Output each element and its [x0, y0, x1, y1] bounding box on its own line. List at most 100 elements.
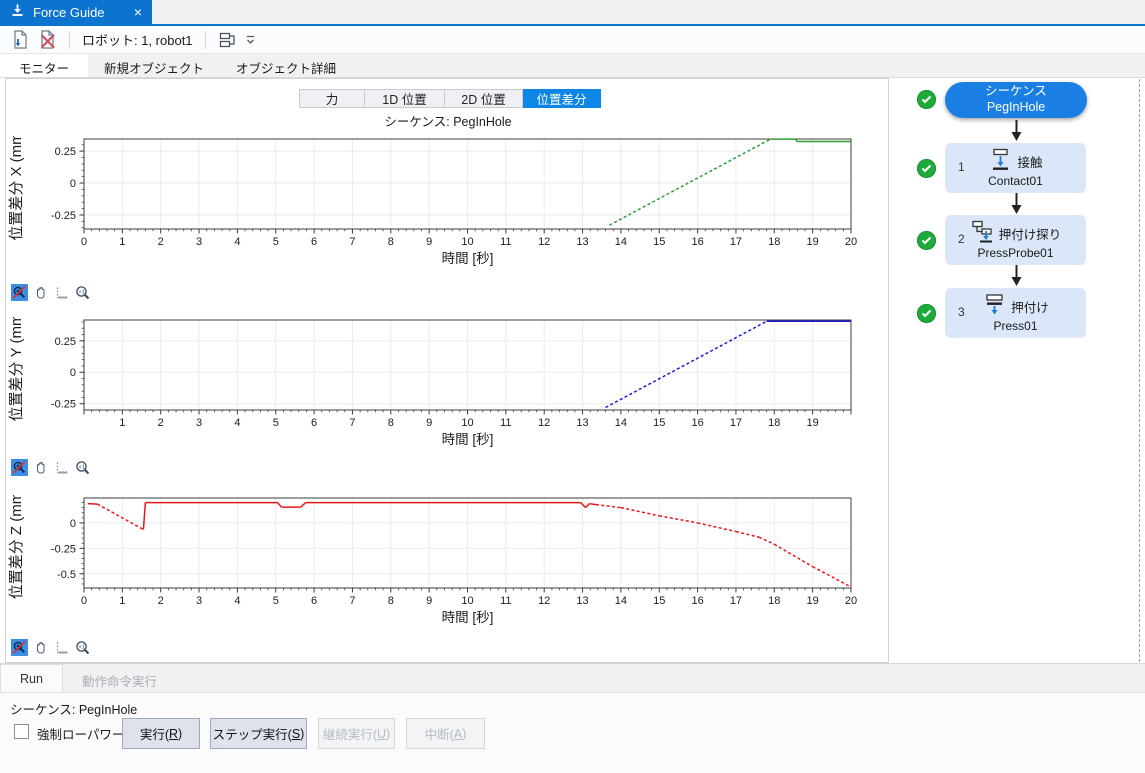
force-guide-tab[interactable]: Force Guide × [0, 0, 152, 24]
chart-plot-y[interactable]: 1 2 3 4 5 6 7 8 9 10 11 12 13 14 15 16 17 18 190.250-0.25位… [6, 317, 890, 455]
flow-step-label: 押付け [1011, 300, 1049, 315]
svg-text:1: 1 [119, 236, 125, 248]
svg-text:3: 3 [196, 236, 202, 248]
y-axis-title: 位置差分 Y (mm) [8, 317, 25, 422]
sequence-title: シーケンス: PegInHole [384, 115, 512, 129]
series-位置差分 Y [605, 320, 851, 409]
svg-text:×1: ×1 [78, 465, 85, 471]
stop-monitor-doc-icon[interactable] [37, 30, 57, 50]
svg-text:18: 18 [768, 595, 780, 607]
zoom-reset-icon[interactable]: ×1 [74, 284, 91, 301]
svg-text:16: 16 [691, 236, 703, 248]
press-icon [982, 293, 1007, 319]
svg-text:×1: ×1 [78, 290, 85, 296]
axes [79, 497, 852, 593]
svg-text:10: 10 [461, 236, 473, 248]
zoom-off-icon[interactable] [11, 459, 28, 476]
flow-arrow-icon [1011, 120, 1022, 141]
dropdown-caret-icon[interactable] [245, 30, 257, 50]
flow-view-icon[interactable] [218, 30, 238, 50]
monitor-toolbar: ロボット: 1, robot1 [0, 26, 1145, 54]
zoom-off-icon[interactable] [11, 284, 28, 301]
pan-hand-icon[interactable] [32, 284, 49, 301]
tab-object-detail[interactable]: オブジェクト詳細 [220, 54, 352, 77]
pan-hand-icon[interactable] [32, 459, 49, 476]
flow-step-name: PressProbe01 [977, 246, 1054, 260]
tick-labels: 1 2 3 4 5 6 7 8 9 10 11 12 13 14 15 16 17 18 190.250-0.25 [51, 336, 819, 429]
press-probe-icon [970, 220, 995, 246]
force-guide-tab-label: Force Guide [33, 4, 105, 20]
chart-plot-z[interactable]: 0 1 2 3 4 5 6 7 8 9 10 11 12 13 14 15 16 17 18 19 200-0.25-0… [6, 495, 890, 633]
run-panel: Run 動作命令実行 シーケンス: PegInHole 強制ローパワー 実行(R… [0, 663, 1145, 773]
svg-text:11: 11 [500, 417, 511, 429]
svg-text:9: 9 [426, 417, 432, 429]
zoom-off-icon[interactable] [11, 639, 28, 656]
svg-text:17: 17 [730, 595, 742, 607]
panel-splitter[interactable] [1139, 79, 1140, 662]
svg-text:11: 11 [500, 595, 511, 607]
svg-text:12: 12 [538, 417, 550, 429]
svg-text:0: 0 [81, 236, 87, 248]
flow-arrow-icon [1011, 193, 1022, 214]
svg-text:5: 5 [273, 236, 279, 248]
tab-monitor[interactable]: モニター [0, 54, 88, 77]
axis-scale-icon[interactable] [53, 284, 70, 301]
flow-step-label: 押付け探り [998, 227, 1062, 242]
axis-scale-icon[interactable] [53, 459, 70, 476]
svg-text:1: 1 [119, 417, 125, 429]
low-power-checkbox[interactable] [14, 724, 29, 739]
flow-node-sequence[interactable]: シーケンス PegInHole [945, 82, 1087, 118]
flow-node-press[interactable]: 3 押付け Press01 [945, 288, 1086, 338]
close-icon[interactable]: × [134, 5, 142, 19]
chart-plot-x[interactable]: 0 1 2 3 4 5 6 7 8 9 10 11 12 13 14 15 16 17 18 19 200.250-0.… [6, 136, 890, 274]
view-tab-force[interactable]: 力 [299, 89, 365, 108]
chart-z-zoom-toolbar: ×1 [11, 639, 91, 656]
run-panel-tab-strip: Run 動作命令実行 [0, 664, 1145, 693]
pan-hand-icon[interactable] [32, 639, 49, 656]
axis-scale-icon[interactable] [53, 639, 70, 656]
view-tab-position-diff[interactable]: 位置差分 [523, 89, 601, 108]
svg-text:18: 18 [768, 236, 780, 248]
svg-text:17: 17 [730, 417, 742, 429]
zoom-reset-icon[interactable]: ×1 [74, 459, 91, 476]
svg-text:12: 12 [538, 236, 550, 248]
svg-text:8: 8 [388, 236, 394, 248]
svg-text:0: 0 [70, 367, 76, 379]
zoom-reset-icon[interactable]: ×1 [74, 639, 91, 656]
check-icon [917, 90, 936, 109]
y-axis-title: 位置差分 Z (mm) [8, 495, 25, 599]
start-monitor-doc-icon[interactable] [10, 30, 30, 50]
execute-button[interactable]: 実行(R) [122, 718, 200, 749]
tab-run[interactable]: Run [0, 664, 63, 692]
step-execute-button[interactable]: ステップ実行(S) [210, 718, 307, 749]
svg-text:19: 19 [807, 417, 819, 429]
svg-text:15: 15 [653, 595, 665, 607]
svg-text:13: 13 [576, 595, 588, 607]
robot-label: ロボット: 1, robot1 [82, 33, 193, 48]
flow-node-press-probe[interactable]: 2 押付け探り PressProbe01 [945, 215, 1086, 265]
svg-text:15: 15 [653, 417, 665, 429]
svg-text:8: 8 [388, 595, 394, 607]
toolbar-separator [69, 30, 70, 49]
svg-text:16: 16 [691, 417, 703, 429]
view-tab-2d-position[interactable]: 2D 位置 [445, 89, 523, 108]
chart-view-tabs: 力 1D 位置 2D 位置 位置差分 [299, 89, 601, 108]
view-tab-1d-position[interactable]: 1D 位置 [365, 89, 445, 108]
svg-text:20: 20 [845, 595, 857, 607]
y-axis-title: 位置差分 X (mm) [8, 136, 25, 241]
svg-text:4: 4 [234, 595, 240, 607]
chart-x-zoom-toolbar: ×1 [11, 284, 91, 301]
svg-text:20: 20 [845, 236, 857, 248]
chart-y-zoom-toolbar: ×1 [11, 459, 91, 476]
svg-text:0: 0 [81, 595, 87, 607]
continue-execute-button: 継続実行(U) [318, 718, 395, 749]
svg-text:-0.25: -0.25 [51, 543, 76, 555]
svg-text:19: 19 [807, 236, 819, 248]
svg-text:6: 6 [311, 417, 317, 429]
svg-text:0.25: 0.25 [55, 336, 76, 348]
svg-text:2: 2 [158, 417, 164, 429]
tab-new-object[interactable]: 新規オブジェクト [88, 54, 220, 77]
sequence-flow-sidebar: シーケンス PegInHole 1 接触 Contact01 2 押付け探り P… [900, 78, 1142, 663]
flow-node-contact[interactable]: 1 接触 Contact01 [945, 143, 1086, 193]
flow-root-line1: シーケンス [985, 84, 1047, 99]
